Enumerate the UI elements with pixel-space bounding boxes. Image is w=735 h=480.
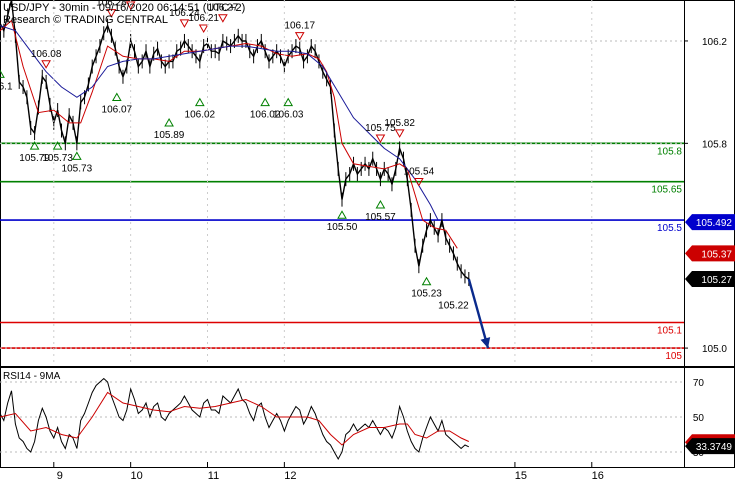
marker-label-23: 105.22 <box>438 301 469 312</box>
level-label-3: 105.1 <box>657 325 682 336</box>
level-label-4: 105 <box>665 351 682 362</box>
rsi-value-tags: 35.600733.3749 <box>685 434 735 455</box>
date-label-3: 12 <box>284 470 296 480</box>
level-label-1: 105.65 <box>651 185 682 196</box>
resistance-marker-label-2: 106.08 <box>31 49 62 60</box>
resistance-marker-label-16: 106.17 <box>284 21 315 32</box>
price-tags: 105.492 105.37 105.27 <box>685 214 735 287</box>
resistance-marker-label-19: 105.82 <box>384 118 415 129</box>
price-tag-label-0: 105.492 <box>696 218 733 229</box>
price-axis-label-1: 105.8 <box>702 139 727 150</box>
rsi-axis-label-0: 70 <box>693 378 705 389</box>
chart-canvas: 105.8105.65105.5105.1105 106.38106.1106.… <box>0 0 735 480</box>
main-panel-frame <box>0 0 735 367</box>
level-label-0: 105.8 <box>657 146 682 157</box>
rsi-tag-label-1: 33.3749 <box>696 442 733 453</box>
date-label-2: 11 <box>208 470 219 480</box>
resistance-marker-label-11: 106.21 <box>188 13 219 24</box>
support-marker-label-17: 105.50 <box>327 222 358 233</box>
date-label-5: 16 <box>592 470 604 480</box>
support-marker-label-5: 105.73 <box>62 163 93 174</box>
date-label-0: 9 <box>57 470 63 480</box>
date-label-1: 10 <box>131 470 143 480</box>
price-tag-label-1: 105.37 <box>701 249 732 260</box>
support-marker-label-13: 106.02 <box>185 110 216 121</box>
chart-credit: Research © TRADING CENTRAL <box>3 14 168 26</box>
support-marker-label-9: 105.89 <box>154 130 185 141</box>
chart-title: USD/JPY - 30min - 09/16/2020 06:14:51 (U… <box>3 2 245 14</box>
level-label-2: 105.5 <box>657 223 682 234</box>
support-marker-label-15: 106.03 <box>273 110 304 121</box>
support-marker-label-22: 105.23 <box>411 289 442 300</box>
support-marker-label-20: 105.57 <box>365 212 396 223</box>
resistance-marker-label-21: 105.54 <box>404 167 435 178</box>
rsi-panel-title: RSI14 - 9MA <box>3 371 61 382</box>
price-axis-label-0: 106.2 <box>702 37 727 48</box>
date-label-4: 15 <box>515 470 527 480</box>
price-axis-label-2: 105.0 <box>702 344 727 355</box>
support-marker-label-1: 106.1 <box>0 81 13 92</box>
support-marker-label-8: 106.07 <box>102 104 133 115</box>
rsi-axis-label-1: 50 <box>693 413 705 424</box>
price-tag-label-2: 105.27 <box>701 275 732 286</box>
